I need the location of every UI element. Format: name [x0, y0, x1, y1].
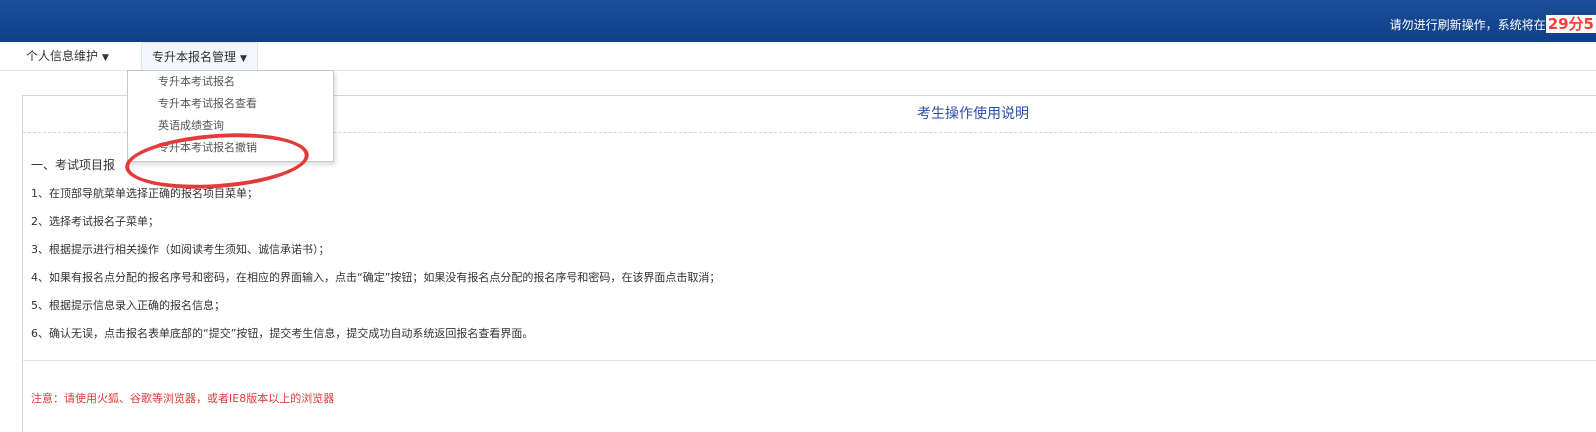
menu-upgrade-registration-label: 专升本报名管理 — [152, 50, 237, 64]
menu-personal-info-label: 个人信息维护 — [26, 49, 99, 63]
chevron-down-icon: ▼ — [240, 54, 247, 64]
main-menu-bar: 个人信息维护 ▼ 专升本报名管理 ▼ — [0, 42, 1596, 71]
dropdown-item-registration-cancel[interactable]: 专升本考试报名撤销 — [128, 137, 333, 159]
upgrade-registration-dropdown: 专升本考试报名 专升本考试报名查看 英语成绩查询 专升本考试报名撤销 — [127, 70, 334, 162]
instruction-step: 6、确认无误，点击报名表单底部的“提交”按钮，提交考生信息，提交成功自动系统返回… — [31, 327, 534, 340]
menu-personal-info[interactable]: 个人信息维护 ▼ — [16, 42, 119, 70]
chevron-down-icon: ▼ — [102, 53, 109, 63]
dropdown-item-english-score-query[interactable]: 英语成绩查询 — [128, 115, 333, 137]
session-warning-text: 请勿进行刷新操作，系统将在 — [1389, 18, 1546, 32]
browser-note: 注意：请使用火狐、谷歌等浏览器，或者IE8版本以上的浏览器 — [31, 392, 335, 405]
session-warning: 请勿进行刷新操作，系统将在 29分5 — [1390, 14, 1596, 34]
divider — [23, 360, 1596, 361]
panel-title: 考生操作使用说明 — [917, 106, 1029, 122]
instruction-step: 4、如果有报名点分配的报名序号和密码，在相应的界面输入，点击“确定”按钮；如果没… — [31, 271, 721, 284]
instruction-step: 5、根据提示信息录入正确的报名信息； — [31, 299, 225, 312]
dropdown-item-registration-view[interactable]: 专升本考试报名查看 — [128, 93, 333, 115]
instruction-step: 2、选择考试报名子菜单； — [31, 215, 159, 228]
instruction-step: 3、根据提示进行相关操作（如阅读考生须知、诚信承诺书）； — [31, 243, 330, 256]
session-timer: 29分5 — [1545, 15, 1596, 33]
instruction-step: 1、在顶部导航菜单选择正确的报名项目菜单； — [31, 187, 258, 200]
menu-upgrade-registration[interactable]: 专升本报名管理 ▼ — [141, 42, 258, 71]
top-header-bar: 请勿进行刷新操作，系统将在 29分5 — [0, 0, 1596, 42]
dropdown-item-exam-registration[interactable]: 专升本考试报名 — [128, 71, 333, 93]
